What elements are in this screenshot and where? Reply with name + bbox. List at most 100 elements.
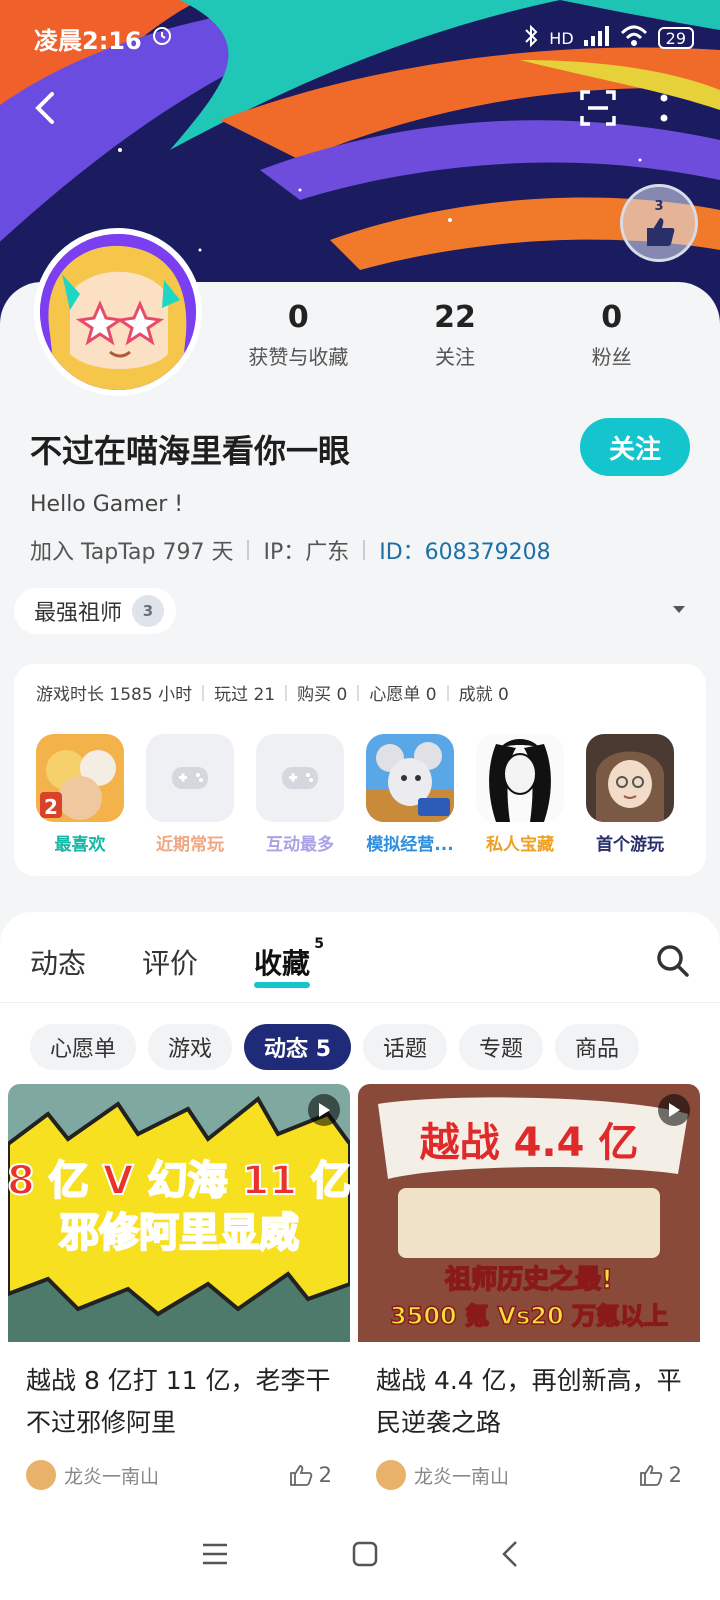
caret-down-icon: [673, 606, 685, 613]
user-id[interactable]: ID：608379208: [379, 534, 550, 566]
battery-indicator: 29: [657, 27, 694, 49]
purchased-count[interactable]: 购买 0: [297, 680, 347, 705]
back-chevron-icon: [501, 1541, 517, 1567]
tab-favorites-label: 收藏: [254, 947, 311, 980]
meta-divider: [363, 540, 366, 560]
author-avatar: [26, 1460, 56, 1490]
scan-button[interactable]: [576, 86, 620, 130]
filter-chips: 心愿单 游戏 动态 5 话题 专题 商品: [30, 1024, 640, 1070]
video-thumbnail-art: 越战 4.4 亿 祖师历史之最! 3500 氪 Vs20 万氪以上: [358, 1084, 700, 1342]
play-icon: [669, 1103, 680, 1117]
avatar[interactable]: [34, 228, 202, 396]
play-icon: [319, 1103, 330, 1117]
title-label: 最强祖师: [34, 601, 123, 626]
video-thumbnail-art: 8 亿 V 幻海 11 亿 邪修阿里显威: [8, 1084, 350, 1342]
more-button[interactable]: [642, 86, 686, 130]
post-thumbnail[interactable]: 越战 4.4 亿 祖师历史之最! 3500 氪 Vs20 万氪以上: [358, 1084, 700, 1342]
ip-location: IP：广东: [263, 540, 350, 565]
post-card[interactable]: 越战 4.4 亿 祖师历史之最! 3500 氪 Vs20 万氪以上 越战 4.4…: [358, 1084, 700, 1498]
signal-icon: [583, 26, 610, 50]
title-badge[interactable]: 最强祖师 3: [14, 588, 177, 634]
search-icon: [657, 945, 689, 977]
system-back-button[interactable]: [501, 1540, 519, 1572]
stat-following[interactable]: 22 关注: [380, 300, 530, 370]
played-count[interactable]: 玩过 21: [214, 680, 275, 705]
home-square-icon: [352, 1541, 378, 1567]
recent-apps-button[interactable]: [201, 1542, 229, 1570]
like-count: 2: [668, 1463, 682, 1487]
game-icon: 2: [36, 734, 124, 822]
wishlist-count[interactable]: 心愿单 0: [369, 680, 436, 705]
joined-days: 加入 TapTap 797 天: [30, 540, 234, 565]
chip-products[interactable]: 商品: [555, 1024, 640, 1070]
like-count: 2: [318, 1463, 332, 1487]
stat-fans[interactable]: 0 粉丝: [537, 300, 687, 370]
tab-favorites[interactable]: 收藏 5: [254, 936, 324, 988]
post-thumbnail[interactable]: 8 亿 V 幻海 11 亿 邪修阿里显威: [8, 1084, 350, 1342]
video-play-button[interactable]: [658, 1094, 690, 1126]
bio: Hello Gamer !: [30, 492, 184, 517]
game-recent[interactable]: 近期常玩: [146, 734, 234, 855]
back-arrow-icon: [35, 92, 54, 124]
game-favorite[interactable]: 2 最喜欢: [36, 734, 124, 855]
game-icon: [366, 734, 454, 822]
thumbs-up-icon: [647, 217, 675, 246]
stat-likes[interactable]: 0 获赞与收藏: [223, 300, 373, 370]
stats-divider: [446, 684, 449, 701]
chip-wishlist[interactable]: 心愿单: [30, 1024, 137, 1070]
network-label: HD: [549, 28, 574, 48]
thumbs-up-icon: [289, 1465, 312, 1486]
video-play-button[interactable]: [308, 1094, 340, 1126]
thumb-line-1: 越战 4.4 亿: [420, 1120, 639, 1166]
chip-topics[interactable]: 话题: [363, 1024, 448, 1070]
game-icon: [586, 734, 674, 822]
tab-divider: [0, 1002, 720, 1003]
stat-likes-value: 0: [287, 300, 309, 335]
chip-games[interactable]: 游戏: [148, 1024, 233, 1070]
follow-button[interactable]: 关注: [580, 418, 690, 476]
post-title[interactable]: 越战 8 亿打 11 亿，老李干不过邪修阿里: [8, 1342, 350, 1452]
like-button[interactable]: 2: [289, 1463, 332, 1487]
profile-stats: 0 获赞与收藏 22 关注 0 粉丝: [220, 300, 690, 370]
achievement-count[interactable]: 成就 0: [459, 680, 509, 705]
play-time[interactable]: 游戏时长 1585 小时: [36, 680, 192, 705]
games-card: 游戏时长 1585 小时 玩过 21 购买 0 心愿单 0 成就 0 2 最喜欢…: [14, 664, 706, 876]
post-author[interactable]: 龙炎一南山: [376, 1460, 509, 1490]
scan-icon: [580, 90, 616, 126]
expand-caret-button[interactable]: [672, 600, 686, 619]
tab-favorites-count: 5: [314, 936, 325, 952]
more-vertical-icon: [660, 94, 668, 122]
chip-collections[interactable]: 专题: [459, 1024, 544, 1070]
gamepad-icon: [256, 734, 344, 822]
svg-text:2: 2: [44, 795, 58, 819]
tab-moments[interactable]: 动态: [30, 942, 86, 982]
post-footer: 龙炎一南山 2: [8, 1452, 350, 1498]
post-title[interactable]: 越战 4.4 亿，再创新高，平民逆袭之路: [358, 1342, 700, 1452]
game-treasure[interactable]: 私人宝藏: [476, 734, 564, 855]
game-list: 2 最喜欢 近期常玩 互动最多 模拟经营... 私人宝藏 首个游玩: [36, 734, 674, 855]
author-name: 龙炎一南山: [414, 1465, 510, 1488]
game-interactive[interactable]: 互动最多: [256, 734, 344, 855]
game-first-label: 首个游玩: [596, 835, 664, 855]
chip-moments[interactable]: 动态 5: [244, 1024, 351, 1070]
post-author[interactable]: 龙炎一南山: [26, 1460, 159, 1490]
thumb-line-2: 邪修阿里显威: [59, 1210, 299, 1256]
game-simulation[interactable]: 模拟经营...: [366, 734, 454, 855]
medal-badge[interactable]: 3: [620, 184, 698, 262]
tab-reviews[interactable]: 评价: [142, 942, 198, 982]
post-card[interactable]: 8 亿 V 幻海 11 亿 邪修阿里显威 越战 8 亿打 11 亿，老李干不过邪…: [8, 1084, 350, 1498]
like-button[interactable]: 2: [639, 1463, 682, 1487]
profile-meta: 加入 TapTap 797 天 IP：广东 ID：608379208: [30, 534, 551, 566]
game-first[interactable]: 首个游玩: [586, 734, 674, 855]
bluetooth-icon: [523, 24, 539, 52]
thumb-line-3: 3500 氪 Vs20 万氪以上: [390, 1302, 668, 1330]
meta-divider: [247, 540, 250, 560]
wifi-icon: [620, 25, 648, 51]
game-favorite-label: 最喜欢: [54, 835, 106, 855]
search-button[interactable]: [656, 944, 690, 982]
author-avatar: [376, 1460, 406, 1490]
thumb-line-2: 祖师历史之最!: [444, 1264, 613, 1295]
back-button[interactable]: [22, 86, 66, 130]
home-button[interactable]: [352, 1541, 378, 1571]
stats-divider: [285, 684, 288, 701]
